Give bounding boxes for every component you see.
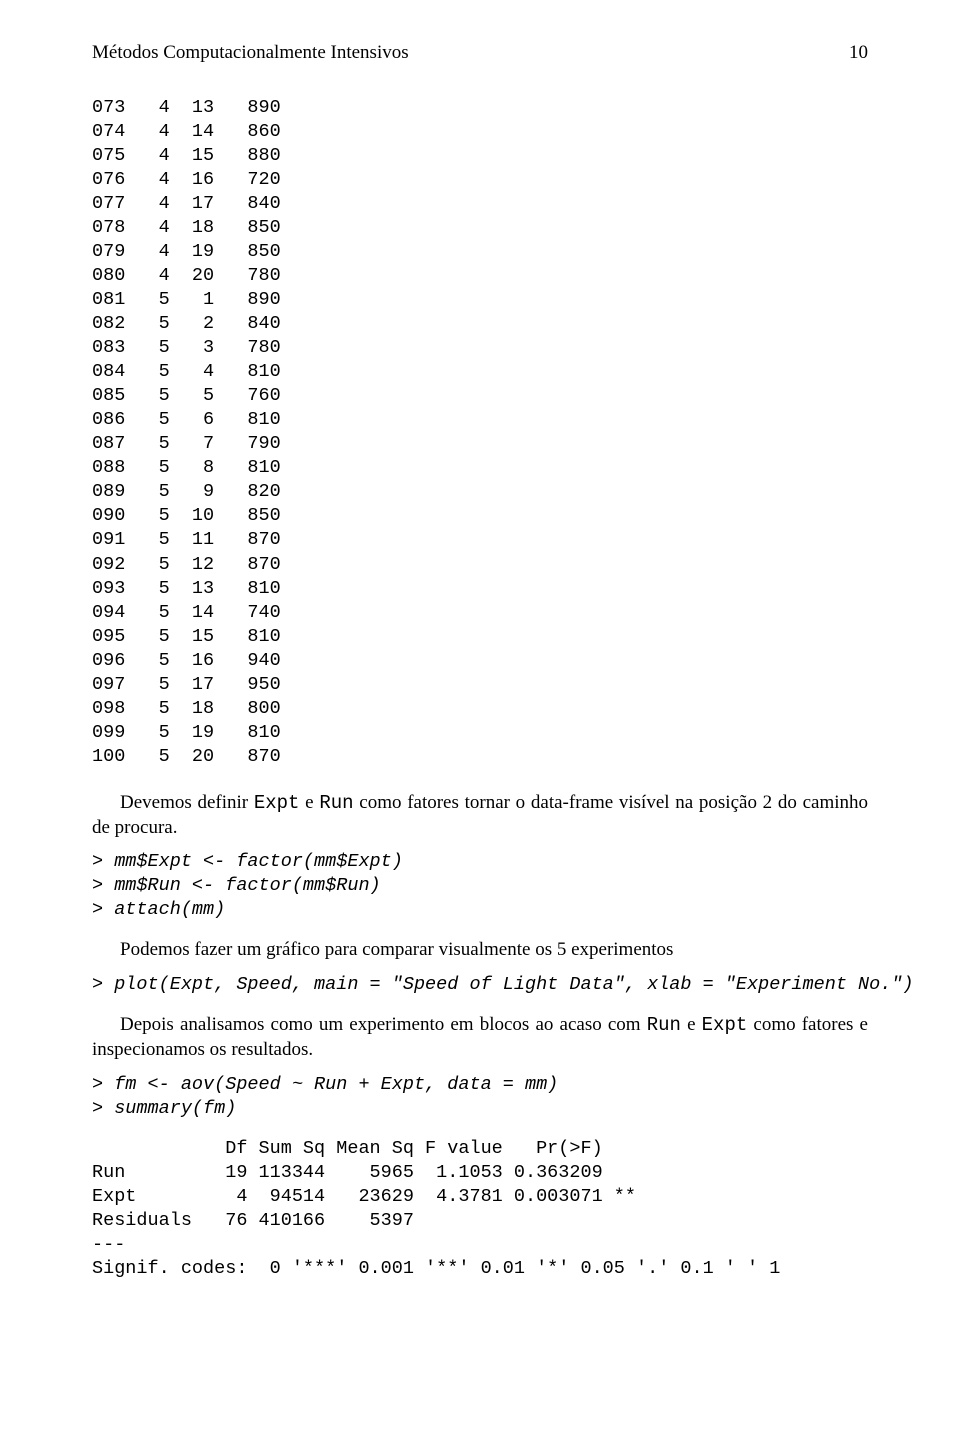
data-table: 073 4 13 890 074 4 14 860 075 4 15 880 0… xyxy=(92,96,868,769)
p3-tt-2: Expt xyxy=(702,1014,748,1036)
page-header: Métodos Computacionalmente Intensivos 10 xyxy=(92,40,868,66)
code-block-2: > plot(Expt, Speed, main = "Speed of Lig… xyxy=(92,973,868,997)
p3-tt-1: Run xyxy=(647,1014,681,1036)
p1-text-2: e xyxy=(299,792,319,813)
p1-text-1: Devemos definir xyxy=(120,792,254,813)
output-block: Df Sum Sq Mean Sq F value Pr(>F) Run 19 … xyxy=(92,1137,868,1281)
header-title: Métodos Computacionalmente Intensivos xyxy=(92,40,409,66)
p3-text-1: Depois analisamos como um experimento em… xyxy=(120,1014,647,1035)
code-block-1: > mm$Expt <- factor(mm$Expt) > mm$Run <-… xyxy=(92,850,868,922)
paragraph-2: Podemos fazer um gráfico para comparar v… xyxy=(92,938,868,963)
p3-text-2: e xyxy=(681,1014,702,1035)
paragraph-3: Depois analisamos como um experimento em… xyxy=(92,1013,868,1062)
code-block-3: > fm <- aov(Speed ~ Run + Expt, data = m… xyxy=(92,1073,868,1121)
paragraph-1: Devemos definir Expt e Run como fatores … xyxy=(92,791,868,840)
page-container: Métodos Computacionalmente Intensivos 10… xyxy=(0,0,960,1438)
header-page-number: 10 xyxy=(849,40,868,66)
p1-tt-1: Expt xyxy=(254,792,300,814)
p1-tt-2: Run xyxy=(319,792,353,814)
p2-text: Podemos fazer um gráfico para comparar v… xyxy=(120,939,673,960)
